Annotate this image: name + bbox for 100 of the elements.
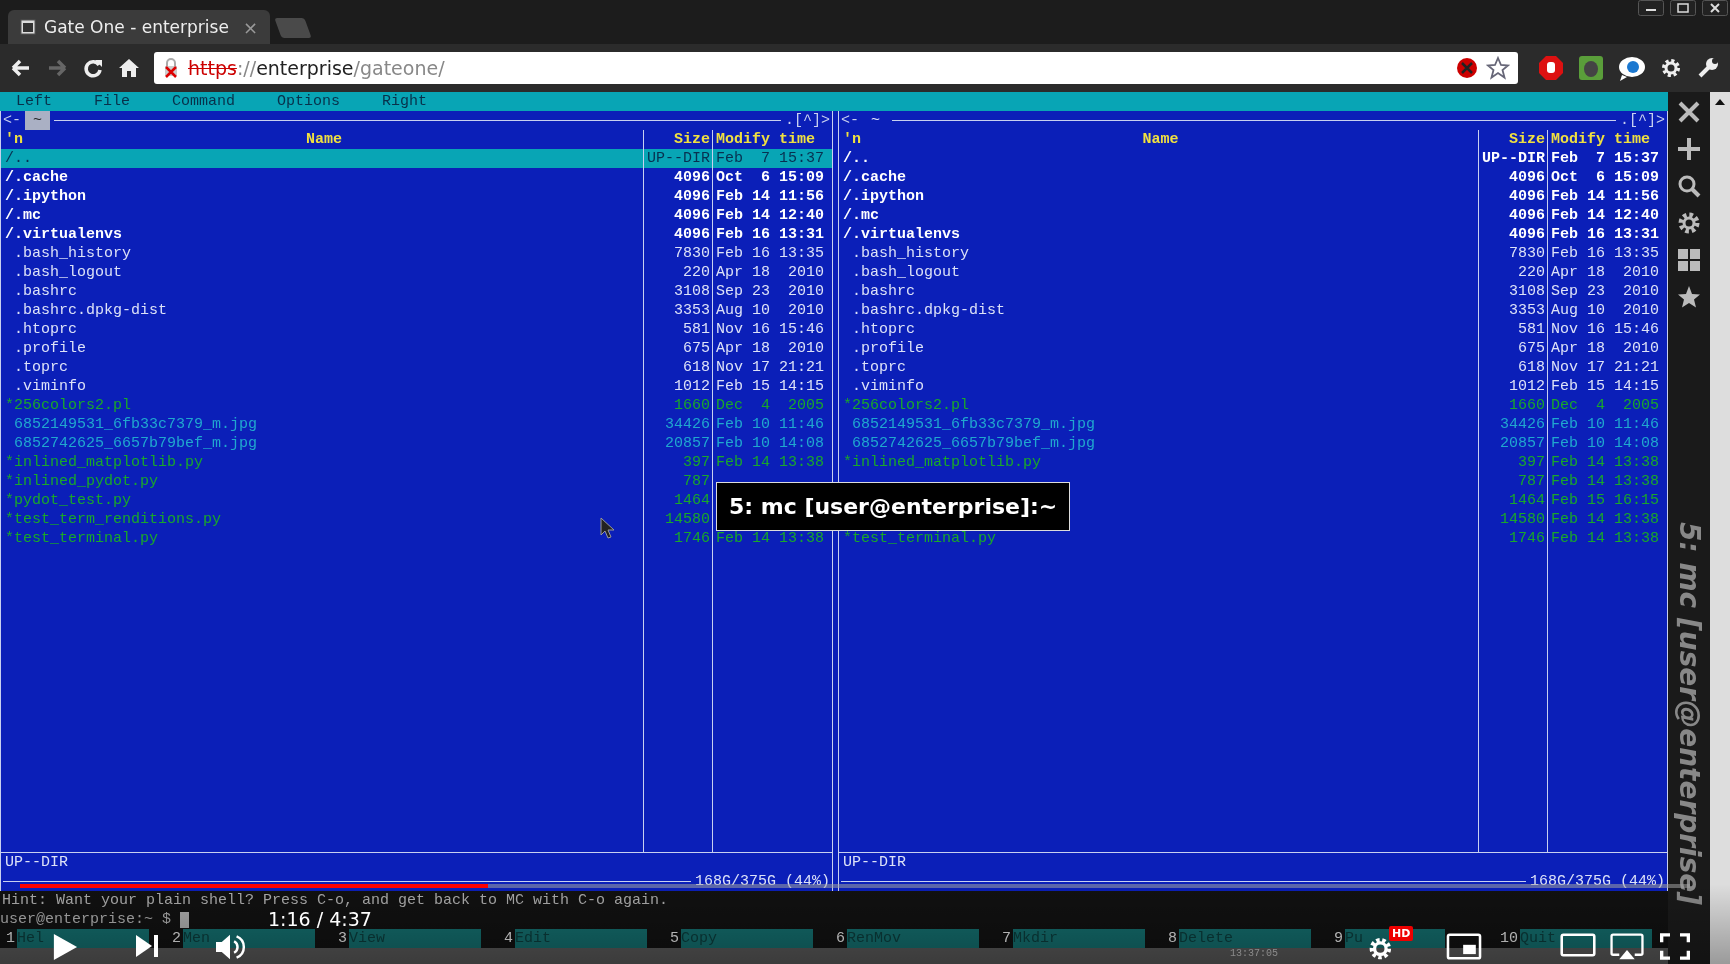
next-icon[interactable] <box>134 933 160 959</box>
file-size: 4096 <box>1509 226 1545 243</box>
modify-time: Feb 10 14:08 <box>716 435 825 452</box>
theater-icon[interactable] <box>1560 933 1596 957</box>
file-row[interactable]: *256colors2.pl 1660 Dec 4 2005 <box>1 396 832 415</box>
maximize-icon[interactable] <box>1670 0 1696 16</box>
menu-item[interactable]: Right <box>382 92 428 111</box>
file-row[interactable]: .bash_history 7830 Feb 16 13:35 <box>1 244 832 263</box>
column-header[interactable]: Modify time <box>716 131 816 148</box>
elephant-icon[interactable] <box>1578 55 1604 81</box>
file-row[interactable]: /.ipython 4096 Feb 14 11:56 <box>1 187 832 206</box>
file-row[interactable]: /.mc 4096 Feb 14 12:40 <box>1 206 832 225</box>
file-size: 787 <box>683 473 710 490</box>
close-icon[interactable] <box>1702 0 1728 16</box>
volume-icon[interactable] <box>214 933 246 961</box>
stop-hand-icon[interactable] <box>1538 55 1564 81</box>
file-name: *test_terminal.py <box>843 530 997 547</box>
file-row[interactable]: .bashrc 3108 Sep 23 2010 <box>839 282 1667 301</box>
star-icon[interactable] <box>1486 56 1510 80</box>
sort-indicator[interactable]: 'n <box>5 130 23 149</box>
file-row[interactable]: .bashrc 3108 Sep 23 2010 <box>1 282 832 301</box>
file-row[interactable]: *inlined_matplotlib.py 397 Feb 14 13:38 <box>839 453 1667 472</box>
file-name: /.mc <box>5 207 41 224</box>
file-row[interactable]: .toprc 618 Nov 17 21:21 <box>1 358 832 377</box>
home-icon[interactable] <box>118 57 140 79</box>
file-row[interactable]: .htoprc 581 Nov 16 15:46 <box>1 320 832 339</box>
file-row[interactable]: /.. UP--DIR Feb 7 15:37 <box>1 149 832 168</box>
phone-bubble-icon[interactable] <box>1618 55 1646 81</box>
file-row[interactable]: 6852742625_6657b79bef_m.jpg 20857 Feb 10 14:08 <box>1 434 832 453</box>
file-size: 4096 <box>674 207 710 224</box>
file-name: .htoprc <box>851 321 915 338</box>
file-row[interactable]: .viminfo 1012 Feb 15 14:15 <box>1 377 832 396</box>
column-header[interactable]: Size <box>1509 131 1545 148</box>
column-header[interactable]: Size <box>674 131 710 148</box>
modify-time: Feb 14 13:38 <box>1551 530 1660 547</box>
miniplayer-icon[interactable] <box>1446 933 1482 960</box>
column-header[interactable]: Name <box>1142 131 1179 148</box>
file-row[interactable]: /.mc 4096 Feb 14 12:40 <box>839 206 1667 225</box>
plus-icon[interactable] <box>1677 137 1701 161</box>
file-row[interactable]: 6852149531_6fb33c7379_m.jpg 34426 Feb 10 11:46 <box>839 415 1667 434</box>
file-row[interactable]: .bashrc.dpkg-dist 3353 Aug 10 2010 <box>1 301 832 320</box>
minimize-icon[interactable] <box>1638 0 1664 16</box>
grid-icon[interactable] <box>1677 248 1701 272</box>
file-row[interactable]: .bashrc.dpkg-dist 3353 Aug 10 2010 <box>839 301 1667 320</box>
column-header[interactable]: Name <box>306 131 342 148</box>
file-name: 6852742625_6657b79bef_m.jpg <box>851 435 1096 452</box>
file-row[interactable]: .toprc 618 Nov 17 21:21 <box>839 358 1667 377</box>
file-row[interactable]: .profile 675 Apr 18 2010 <box>839 339 1667 358</box>
file-row[interactable]: /.. UP--DIR Feb 7 15:37 <box>839 149 1667 168</box>
settings-icon[interactable] <box>1677 211 1701 235</box>
file-name: 6852149531_6fb33c7379_m.jpg <box>851 416 1096 433</box>
star-icon[interactable] <box>1677 285 1701 309</box>
file-row[interactable]: .bash_history 7830 Feb 16 13:35 <box>839 244 1667 263</box>
menu-item[interactable]: Command <box>172 92 236 111</box>
file-size: 3108 <box>674 283 710 300</box>
file-row[interactable]: /.cache 4096 Oct 6 15:09 <box>1 168 832 187</box>
close-icon[interactable] <box>1677 100 1701 124</box>
column-header[interactable]: Modify time <box>1551 131 1651 148</box>
file-row[interactable]: .bash_logout 220 Apr 18 2010 <box>1 263 832 282</box>
settings-icon[interactable] <box>1660 57 1682 79</box>
panel-controls[interactable]: .[^]> <box>785 111 830 130</box>
reload-icon[interactable] <box>82 57 104 79</box>
modify-time: Feb 14 13:38 <box>1551 473 1660 490</box>
file-row[interactable]: *test_terminal.py 1746 Feb 14 13:38 <box>839 529 1667 548</box>
file-row[interactable]: .htoprc 581 Nov 16 15:46 <box>839 320 1667 339</box>
modify-time: Feb 10 14:08 <box>1551 435 1660 452</box>
forward-icon[interactable] <box>46 57 68 79</box>
file-row[interactable]: .viminfo 1012 Feb 15 14:15 <box>839 377 1667 396</box>
file-name: *inlined_matplotlib.py <box>843 454 1042 471</box>
menu-item[interactable]: Options <box>277 92 341 111</box>
address-bar[interactable]: https://enterprise/gateone/ <box>154 52 1518 84</box>
file-row[interactable]: 6852742625_6657b79bef_m.jpg 20857 Feb 10 14:08 <box>839 434 1667 453</box>
file-size: 20857 <box>665 435 710 452</box>
file-row[interactable]: /.cache 4096 Oct 6 15:09 <box>839 168 1667 187</box>
menu-item[interactable]: File <box>94 92 131 111</box>
menu-item[interactable]: Left <box>16 92 52 111</box>
file-row[interactable]: *inlined_matplotlib.py 397 Feb 14 13:38 <box>1 453 832 472</box>
file-row[interactable]: /.ipython 4096 Feb 14 11:56 <box>839 187 1667 206</box>
sort-indicator[interactable]: 'n <box>843 130 861 149</box>
file-row[interactable]: /.virtualenvs 4096 Feb 16 13:31 <box>839 225 1667 244</box>
panel-controls[interactable]: .[^]> <box>1620 111 1665 130</box>
play-icon[interactable] <box>52 933 78 961</box>
file-row[interactable]: .bash_logout 220 Apr 18 2010 <box>839 263 1667 282</box>
back-icon[interactable] <box>10 57 32 79</box>
browser-tab[interactable]: Gate One - enterprise × <box>8 10 270 44</box>
modify-time: Feb 15 14:15 <box>716 378 825 395</box>
scrollbar[interactable] <box>1710 92 1730 964</box>
modify-time: Apr 18 2010 <box>1551 264 1660 281</box>
file-size: 4096 <box>1509 169 1545 186</box>
modify-time: Feb 10 11:46 <box>1551 416 1660 433</box>
wrench-icon[interactable] <box>1696 56 1720 80</box>
search-icon[interactable] <box>1677 174 1701 198</box>
close-tab-button[interactable]: × <box>242 16 258 38</box>
file-row[interactable]: *256colors2.pl 1660 Dec 4 2005 <box>839 396 1667 415</box>
cast-icon[interactable] <box>1610 933 1644 961</box>
file-row[interactable]: 6852149531_6fb33c7379_m.jpg 34426 Feb 10 11:46 <box>1 415 832 434</box>
blocked-icon[interactable] <box>1456 57 1478 79</box>
file-row[interactable]: .profile 675 Apr 18 2010 <box>1 339 832 358</box>
file-row[interactable]: /.virtualenvs 4096 Feb 16 13:31 <box>1 225 832 244</box>
fullscreen-icon[interactable] <box>1660 933 1690 960</box>
